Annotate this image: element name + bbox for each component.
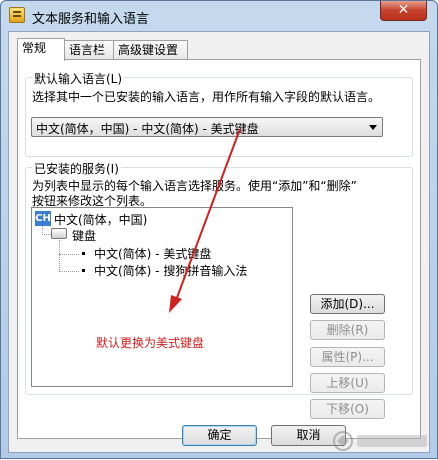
tree-node-service-sogou-pinyin[interactable]: 中文(简体) - 搜狗拼音输入法: [94, 262, 247, 279]
close-button[interactable]: ✕: [380, 1, 427, 21]
default-language-description: 选择其中一个已安装的输入语言，用作所有输入字段的默认语言。: [32, 90, 381, 104]
installed-services-group-title: 已安装的服务(I): [32, 160, 121, 177]
general-tab-panel: 默认输入语言(L) 选择其中一个已安装的输入语言，用作所有输入字段的默认语言。 …: [17, 59, 421, 439]
tab-language-bar[interactable]: 语言栏: [64, 40, 114, 60]
ok-button[interactable]: 确定: [182, 425, 257, 446]
tree-line: [59, 271, 79, 272]
language-ch-icon: CH: [35, 211, 51, 226]
tree-node-keyboard[interactable]: 键盘: [72, 227, 96, 244]
add-button[interactable]: 添加(D)...: [310, 294, 385, 314]
installed-services-description-line1: 为列表中显示的每个输入语言选择服务。使用“添加”和“删除”: [32, 179, 357, 193]
tree-node-service-us-keyboard[interactable]: 中文(简体) - 美式键盘: [94, 245, 211, 262]
default-language-selected-value: 中文(简体，中国) - 中文(简体) - 美式键盘: [36, 122, 259, 136]
watermark-logo-icon: [333, 431, 427, 451]
properties-button[interactable]: 属性(P)...: [310, 347, 385, 367]
installed-services-tree[interactable]: CH 中文(简体，中国) 键盘 中文(简体) - 美式键盘 中文(简体) - 搜…: [31, 207, 293, 387]
move-down-button[interactable]: 下移(O): [310, 399, 385, 419]
remove-button[interactable]: 删除(R): [310, 320, 385, 340]
tab-advanced-key-settings[interactable]: 高级键设置: [113, 40, 188, 60]
tab-general[interactable]: 常规: [17, 38, 65, 61]
default-language-select[interactable]: 中文(简体，中国) - 中文(简体) - 美式键盘: [31, 117, 383, 137]
tree-line: [59, 254, 79, 255]
bullet-icon: [82, 269, 85, 272]
tree-line: [59, 240, 60, 272]
chevron-down-icon: [369, 125, 377, 130]
tree-node-language[interactable]: 中文(简体，中国): [54, 211, 147, 228]
text-services-icon: [9, 7, 25, 23]
keyboard-icon: [51, 228, 67, 239]
annotation-text: 默认更换为美式键盘: [96, 336, 205, 350]
default-language-group-title: 默认输入语言(L): [32, 70, 125, 87]
window-title: 文本服务和输入语言: [32, 12, 150, 27]
dialog-client-area: 常规 语言栏 高级键设置 默认输入语言(L) 选择其中一个已安装的输入语言，用作…: [8, 31, 430, 453]
bullet-icon: [82, 252, 85, 255]
title-bar[interactable]: 文本服务和输入语言 ✕: [1, 1, 437, 31]
dialog-window: 文本服务和输入语言 ✕ 常规 语言栏 高级键设置 默认输入语言(L) 选择其中一…: [0, 0, 438, 459]
tree-line: [42, 234, 51, 235]
move-up-button[interactable]: 上移(U): [310, 373, 385, 393]
